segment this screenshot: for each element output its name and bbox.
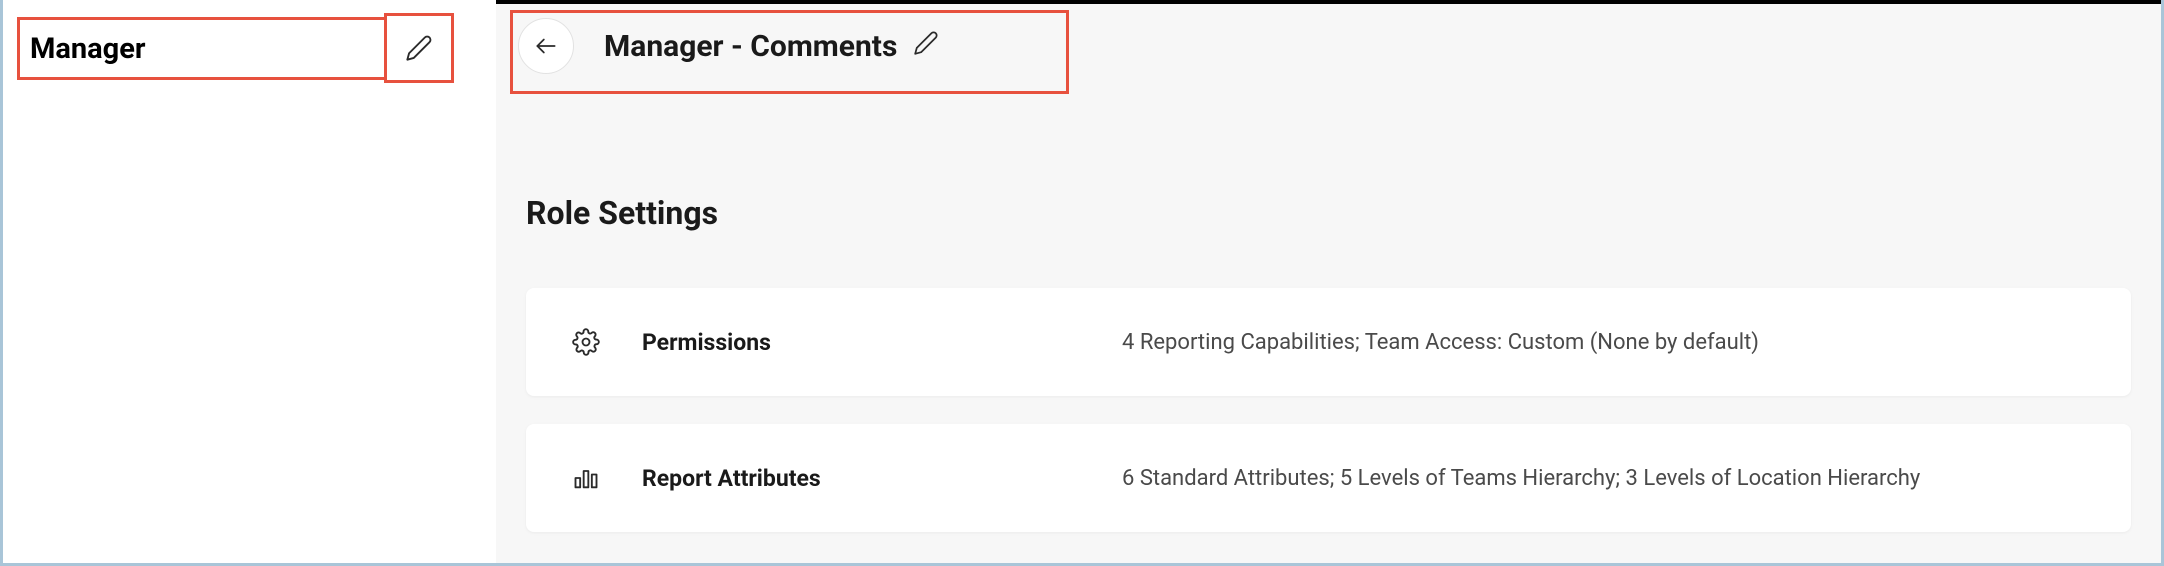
card-report-attributes[interactable]: Report Attributes 6 Standard Attributes;… — [526, 424, 2131, 532]
sidebar-item-label: Manager — [30, 32, 146, 66]
page-title: Manager - Comments — [604, 29, 897, 64]
sidebar-edit-button[interactable] — [384, 13, 454, 83]
title-edit-button[interactable] — [913, 30, 939, 56]
pencil-icon — [405, 34, 433, 62]
card-title: Report Attributes — [642, 465, 1122, 492]
card-description: 4 Reporting Capabilities; Team Access: C… — [1122, 330, 1759, 355]
card-permissions[interactable]: Permissions 4 Reporting Capabilities; Te… — [526, 288, 2131, 396]
sidebar-item-role[interactable]: Manager — [17, 17, 447, 80]
card-title: Permissions — [642, 329, 1122, 356]
bar-chart-icon — [566, 464, 606, 492]
gear-icon — [566, 328, 606, 356]
sidebar: Manager — [3, 3, 496, 563]
pencil-icon — [913, 30, 939, 56]
header-row: Manager - Comments — [518, 18, 939, 74]
section-title: Role Settings — [526, 194, 718, 232]
arrow-left-icon — [533, 33, 559, 59]
main-content: Manager - Comments Role Settings Permiss… — [496, 4, 2161, 563]
page-title-wrap: Manager - Comments — [604, 29, 939, 64]
card-description: 6 Standard Attributes; 5 Levels of Teams… — [1122, 466, 1920, 491]
back-button[interactable] — [518, 18, 574, 74]
